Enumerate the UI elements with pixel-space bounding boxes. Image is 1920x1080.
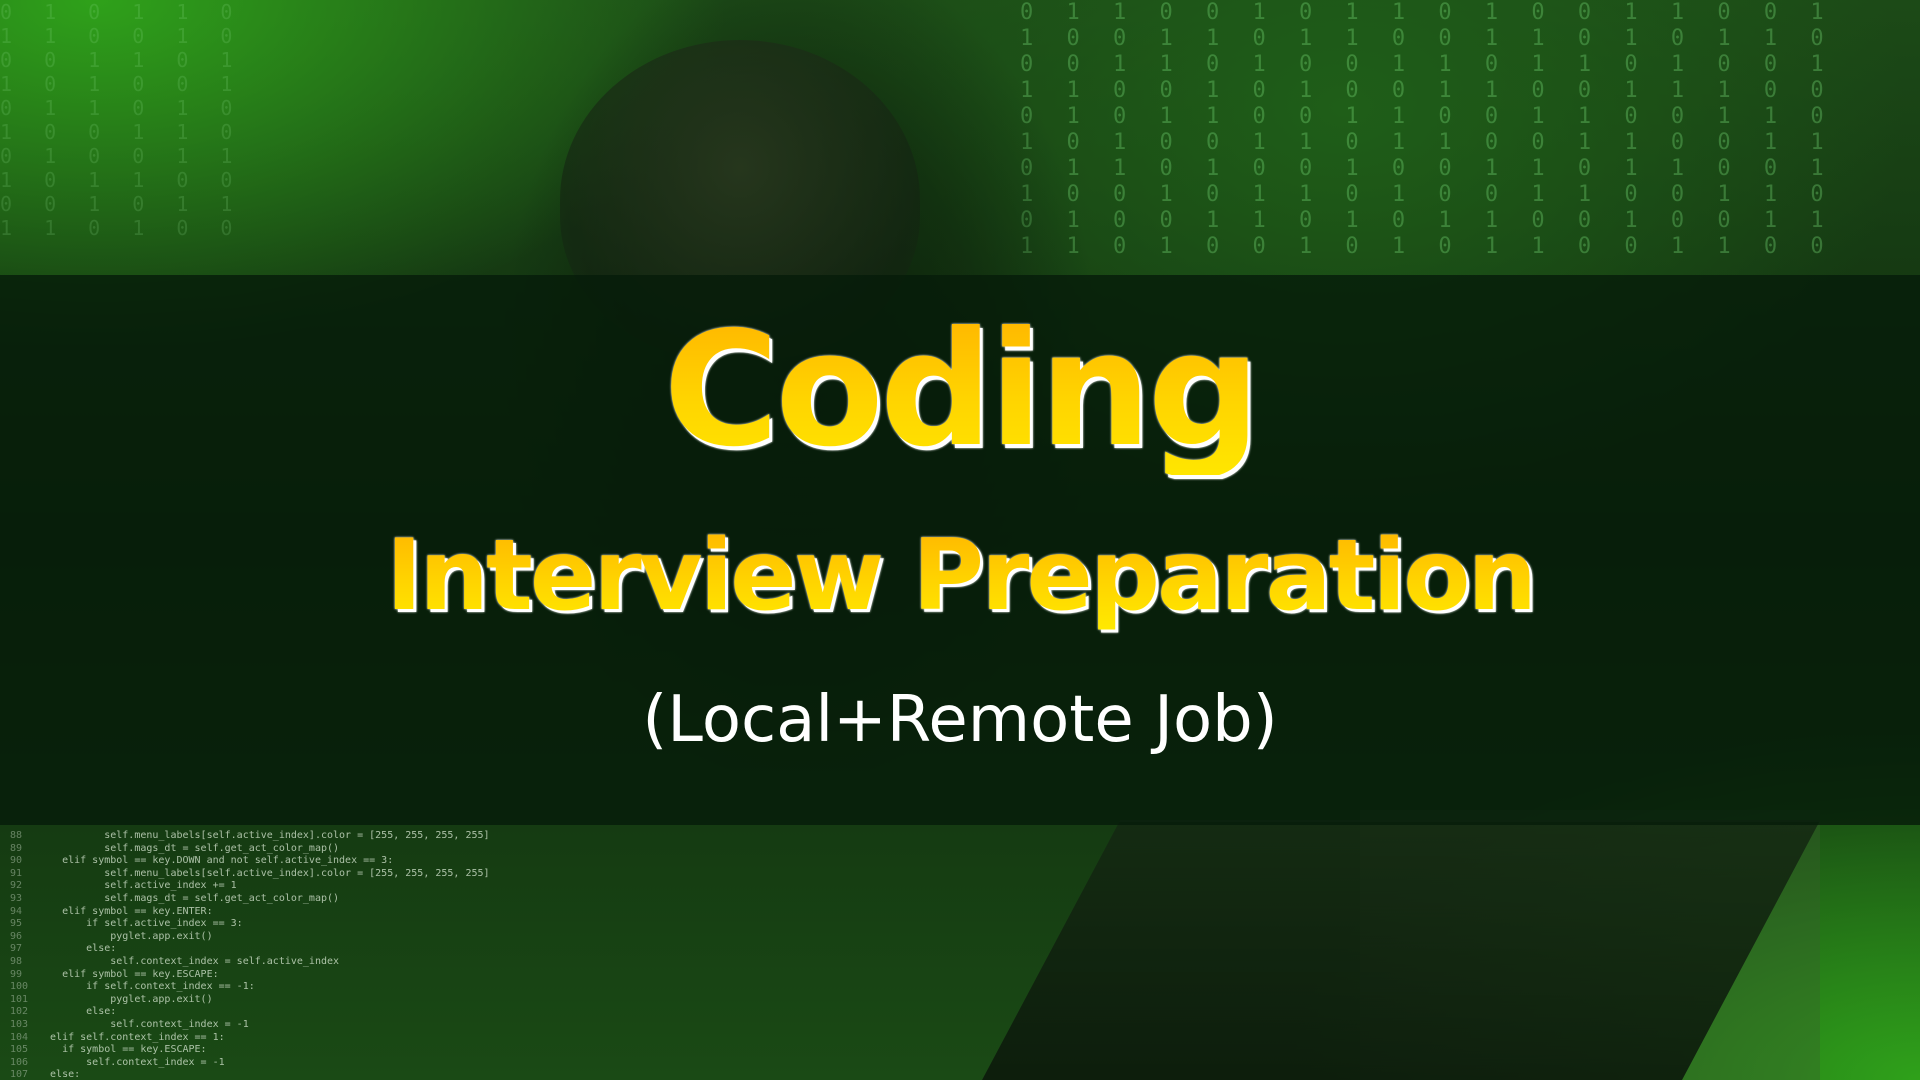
binary-row: 0 1 0 1 1 0 (0, 0, 243, 24)
code-line-number: 107 (10, 1069, 29, 1080)
binary-row: 0 0 1 1 0 1 (0, 48, 243, 72)
code-line: 98 self.context_index = self.active_inde… (10, 956, 530, 969)
code-line-number: 92 (10, 880, 23, 892)
code-line-text: if symbol == key.ESCAPE: (38, 1044, 207, 1056)
thumbnail-banner: 0 1 0 1 1 01 1 0 0 1 00 0 1 1 0 11 0 1 0… (0, 0, 1920, 1080)
code-line: 104 elif self.context_index == 1: (10, 1032, 530, 1045)
code-line-number: 96 (10, 930, 23, 942)
code-line: 96 pyglet.app.exit() (10, 931, 530, 944)
code-line-text: else: (38, 1006, 117, 1018)
code-line: 92 self.active_index += 1 (10, 880, 530, 893)
code-line-number: 88 (10, 830, 23, 841)
code-line: 103 self.context_index = -1 (10, 1019, 530, 1032)
code-line: 102 else: (10, 1006, 530, 1019)
code-line-number: 99 (10, 968, 23, 980)
code-line-text: elif symbol == key.DOWN and not self.act… (38, 855, 394, 867)
code-line-text: self.mags_dt = self.get_act_color_map() (38, 842, 340, 854)
code-line-text: self.mags_dt = self.get_act_color_map() (38, 892, 340, 904)
code-line-text: else: (38, 943, 117, 955)
code-line-number: 102 (10, 1006, 29, 1018)
code-line: 106 self.context_index = -1 (10, 1057, 530, 1070)
code-line: 95 if self.active_index == 3: (10, 918, 530, 931)
code-line-text: self.context_index = -1 (38, 1018, 249, 1030)
code-line: 91 self.menu_labels[self.active_index].c… (10, 868, 530, 881)
code-line-text: pyglet.app.exit() (38, 993, 213, 1005)
binary-row: 0 0 1 0 1 1 (0, 192, 243, 216)
binary-row: 0 1 1 0 1 0 (0, 96, 243, 120)
banner-caption: (Local+Remote Job) (642, 683, 1278, 757)
code-line: 90 elif symbol == key.DOWN and not self.… (10, 855, 530, 868)
code-line-text: if self.context_index == -1: (38, 981, 255, 993)
binary-row: 0 1 0 0 1 1 (0, 144, 243, 168)
code-line: 100 if self.context_index == -1: (10, 981, 530, 994)
banner-subtitle: Interview Preparation (0, 520, 1920, 632)
code-line-number: 105 (10, 1044, 29, 1056)
banner-title: Coding (0, 305, 1920, 475)
binary-row: 1 0 1 1 0 0 (0, 168, 243, 192)
code-snippet: 88 self.menu_labels[self.active_index].c… (10, 830, 530, 1080)
code-line-number: 89 (10, 842, 23, 854)
code-line-text: self.active_index += 1 (38, 880, 237, 892)
code-line: 88 self.menu_labels[self.active_index].c… (10, 830, 530, 843)
code-line-number: 100 (10, 981, 29, 993)
code-line-text: else: (38, 1069, 81, 1080)
code-line-text: elif symbol == key.ENTER: (38, 905, 213, 917)
code-line-number: 93 (10, 892, 23, 904)
code-line-number: 104 (10, 1031, 29, 1043)
code-line: 101 pyglet.app.exit() (10, 994, 530, 1007)
code-line-number: 98 (10, 955, 23, 967)
code-line-number: 103 (10, 1018, 29, 1030)
code-line-text: if self.active_index == 3: (38, 918, 243, 930)
code-line-text: self.menu_labels[self.active_index].colo… (38, 830, 490, 841)
code-line: 93 self.mags_dt = self.get_act_color_map… (10, 893, 530, 906)
code-line-number: 91 (10, 867, 23, 879)
code-line-text: elif symbol == key.ESCAPE: (38, 968, 219, 980)
code-line: 99 elif symbol == key.ESCAPE: (10, 969, 530, 982)
code-line-number: 101 (10, 993, 29, 1005)
code-line: 107 else: (10, 1069, 530, 1080)
binary-rain-left: 0 1 0 1 1 01 1 0 0 1 00 0 1 1 0 11 0 1 0… (0, 0, 300, 280)
binary-row: 1 1 0 1 0 0 (0, 216, 243, 240)
code-line-number: 90 (10, 855, 23, 867)
code-line-text: self.context_index = -1 (38, 1056, 225, 1068)
code-line-number: 94 (10, 905, 23, 917)
code-line-number: 97 (10, 943, 23, 955)
code-line-text: elif self.context_index == 1: (38, 1031, 225, 1043)
binary-row: 1 1 0 0 1 0 (0, 24, 243, 48)
code-line: 105 if symbol == key.ESCAPE: (10, 1044, 530, 1057)
code-line: 94 elif symbol == key.ENTER: (10, 906, 530, 919)
code-line-text: self.context_index = self.active_index (38, 955, 340, 967)
binary-row: 1 0 1 0 0 1 (0, 72, 243, 96)
code-line-number: 106 (10, 1056, 29, 1068)
code-line: 89 self.mags_dt = self.get_act_color_map… (10, 843, 530, 856)
code-line-text: self.menu_labels[self.active_index].colo… (38, 867, 490, 879)
code-line: 97 else: (10, 943, 530, 956)
binary-row: 1 0 0 1 1 0 (0, 120, 243, 144)
code-line-text: pyglet.app.exit() (38, 930, 213, 942)
code-line-number: 95 (10, 918, 23, 930)
